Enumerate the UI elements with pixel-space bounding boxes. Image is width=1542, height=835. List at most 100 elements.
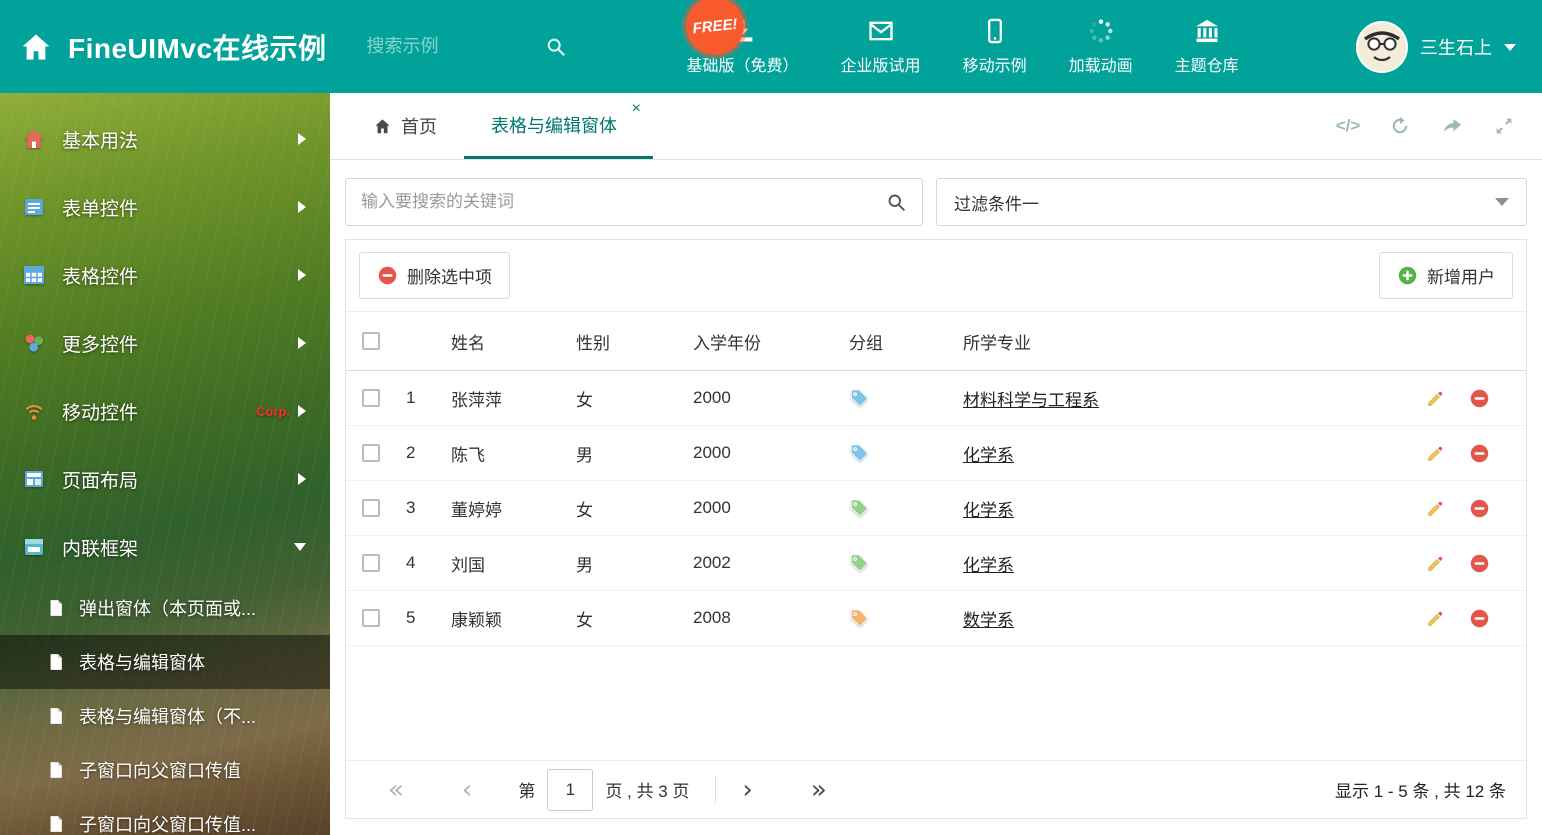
page-info: 页 , 共 3 页 (605, 782, 690, 801)
delete-selected-button[interactable]: 删除选中项 (359, 252, 510, 299)
app-title: FineUIMvc在线示例 (68, 32, 327, 64)
user-menu[interactable]: 三生石上 (1356, 20, 1542, 73)
refresh-icon[interactable] (1388, 114, 1412, 138)
table-row: 4 刘国 男 2002 化学系 (346, 536, 1526, 591)
sidebar-subitem-child-to-parent-alt[interactable]: 子窗口向父窗口传值... (0, 797, 330, 835)
sidebar-subitem-popup-window[interactable]: 弹出窗体（本页面或... (0, 581, 330, 635)
keyword-search (345, 178, 923, 226)
sidebar-item-more-controls[interactable]: 更多控件 (0, 309, 330, 377)
sidebar-item-label: 更多控件 (62, 334, 139, 356)
add-user-button[interactable]: 新增用户 (1379, 252, 1513, 299)
sidebar-item-form-controls[interactable]: 表单控件 (0, 173, 330, 241)
row-number: 4 (406, 553, 416, 572)
nav-item-label: 基础版（免费） (686, 58, 799, 75)
user-name: 三生石上 (1420, 37, 1492, 58)
sidebar-subitem-grid-edit-window[interactable]: 表格与编辑窗体 (0, 635, 330, 689)
select-all-checkbox[interactable] (362, 332, 380, 350)
edit-icon[interactable] (1425, 443, 1446, 464)
chevron-down-icon (294, 543, 306, 551)
corp-badge: Corp. (256, 403, 290, 419)
tag-icon (849, 388, 869, 408)
major-link[interactable]: 化学系 (963, 496, 1014, 521)
sidebar-subitem-grid-edit-window-alt[interactable]: 表格与编辑窗体（不... (0, 689, 330, 743)
filter-select[interactable]: 过滤条件一 (936, 178, 1527, 226)
last-page-button[interactable]: » (811, 777, 827, 803)
sidebar-item-label: 表单控件 (62, 198, 139, 220)
page-number-input[interactable] (547, 768, 594, 811)
row-checkbox[interactable] (362, 554, 380, 572)
bank-icon (1193, 17, 1221, 45)
row-checkbox[interactable] (362, 444, 380, 462)
row-number: 3 (406, 498, 416, 517)
cell-name: 康颖颖 (451, 610, 502, 630)
tab-grid-edit-window[interactable]: 表格与编辑窗体 × (464, 93, 653, 159)
source-code-icon[interactable]: </> (1336, 114, 1361, 138)
first-page-button[interactable]: « (388, 777, 404, 803)
filter-select-value: 过滤条件一 (954, 194, 1039, 214)
delete-icon[interactable] (1469, 388, 1490, 409)
spinner-icon (1087, 17, 1115, 45)
grid-toolbar: 删除选中项 新增用户 (346, 240, 1526, 311)
app-header: FineUIMvc在线示例 FREE! 基础版（免费） 企业版试用 (0, 0, 1542, 93)
row-number: 5 (406, 608, 416, 627)
cell-gender: 男 (576, 555, 593, 575)
signal-icon (22, 399, 46, 423)
major-link[interactable]: 材料科学与工程系 (963, 386, 1099, 411)
row-checkbox[interactable] (362, 609, 380, 627)
major-link[interactable]: 化学系 (963, 551, 1014, 576)
chevron-down-icon (1504, 44, 1516, 51)
nav-item-enterprise-trial[interactable]: 企业版试用 (820, 17, 942, 76)
share-icon[interactable] (1440, 114, 1464, 138)
delete-icon[interactable] (1469, 498, 1490, 519)
tag-icon (849, 608, 869, 628)
sidebar-item-label: 移动控件 (62, 402, 139, 424)
major-link[interactable]: 化学系 (963, 441, 1014, 466)
main-content: 首页 表格与编辑窗体 × </> 输入要搜索的关键词 过滤条件一 删除选中项 新… (330, 93, 1542, 835)
sidebar-item-grid-controls[interactable]: 表格控件 (0, 241, 330, 309)
edit-icon[interactable] (1425, 498, 1446, 519)
column-major: 所学专业 (963, 333, 1031, 353)
sidebar-item-inline-frame[interactable]: 内联框架 (0, 513, 330, 581)
row-checkbox[interactable] (362, 389, 380, 407)
home-icon (22, 127, 46, 151)
search-icon[interactable] (886, 192, 907, 213)
close-icon[interactable]: × (632, 101, 641, 117)
delete-icon[interactable] (1469, 443, 1490, 464)
table-row: 1 张萍萍 女 2000 材料科学与工程系 (346, 371, 1526, 426)
form-icon (22, 195, 46, 219)
brand[interactable]: FineUIMvc在线示例 (0, 27, 327, 67)
button-label: 删除选中项 (407, 268, 492, 287)
table-row: 3 董婷婷 女 2000 化学系 (346, 481, 1526, 536)
sidebar-item-basic-usage[interactable]: 基本用法 (0, 105, 330, 173)
nav-item-label: 主题仓库 (1174, 58, 1239, 75)
cell-year: 2008 (693, 608, 731, 627)
expand-icon[interactable] (1492, 114, 1516, 138)
tag-icon (849, 443, 869, 463)
nav-item-theme-repo[interactable]: 主题仓库 (1154, 17, 1260, 76)
sidebar-item-mobile-controls[interactable]: 移动控件 Corp. (0, 377, 330, 445)
chevron-right-icon (298, 337, 306, 349)
header-search-input[interactable] (366, 36, 545, 57)
sidebar-subitem-label: 子窗口向父窗口传值... (79, 815, 257, 835)
delete-icon[interactable] (1469, 608, 1490, 629)
sidebar: 基本用法 表单控件 表格控件 更多控件 移动控件 Corp. 页面布局 内联框架… (0, 93, 330, 835)
search-icon[interactable] (545, 36, 567, 58)
nav-item-mobile-demo[interactable]: 移动示例 (942, 17, 1048, 76)
prev-page-button[interactable]: ‹ (462, 777, 472, 803)
nav-item-loading-animation[interactable]: 加载动画 (1048, 17, 1154, 76)
keyword-search-input[interactable] (361, 192, 886, 212)
avatar (1356, 20, 1408, 73)
edit-icon[interactable] (1425, 553, 1446, 574)
sidebar-subitem-child-to-parent[interactable]: 子窗口向父窗口传值 (0, 743, 330, 797)
tab-home[interactable]: 首页 (346, 93, 464, 159)
delete-icon[interactable] (1469, 553, 1490, 574)
edit-icon[interactable] (1425, 388, 1446, 409)
column-actions (1386, 312, 1526, 370)
next-page-button[interactable]: › (742, 777, 752, 803)
major-link[interactable]: 数学系 (963, 606, 1014, 631)
row-checkbox[interactable] (362, 499, 380, 517)
home-icon (20, 31, 52, 63)
edit-icon[interactable] (1425, 608, 1446, 629)
sidebar-item-page-layout[interactable]: 页面布局 (0, 445, 330, 513)
column-gender: 性别 (576, 333, 610, 353)
